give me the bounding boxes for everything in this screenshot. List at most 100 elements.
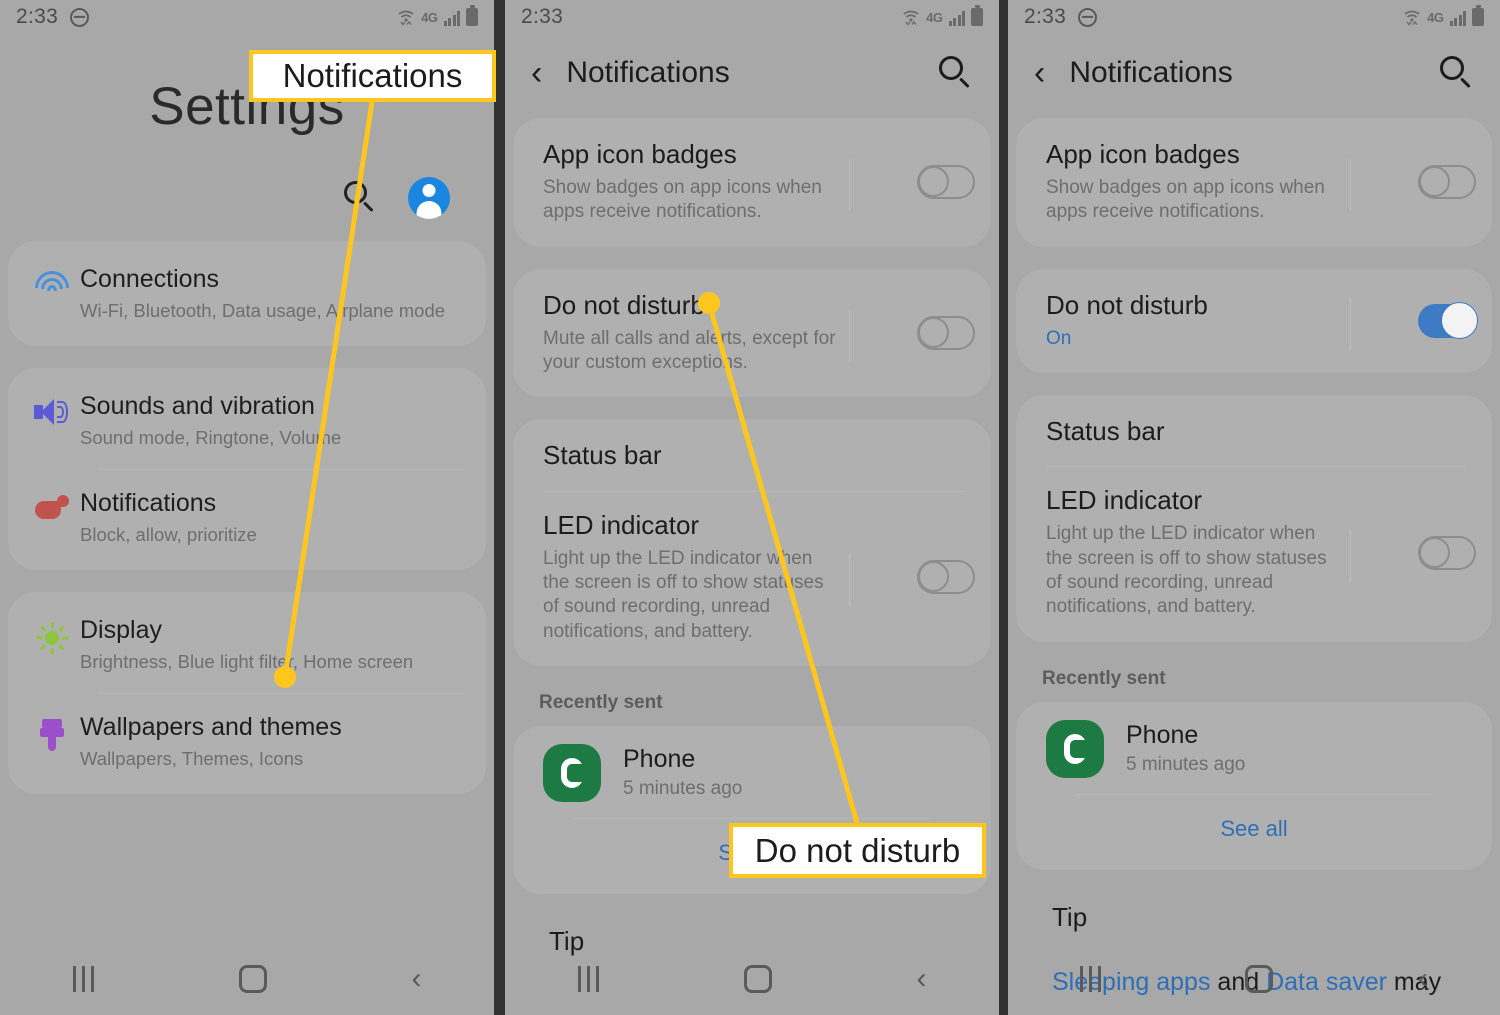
settings-item-subtitle: Sound mode, Ringtone, Volume (80, 426, 342, 448)
settings-item-title: Notifications (80, 488, 217, 517)
recent-apps-icon[interactable] (1080, 966, 1102, 992)
sidebar-item-notifications[interactable]: Notifications Block, allow, prioritize (8, 468, 486, 566)
see-all-link[interactable]: See all (1220, 816, 1287, 841)
sound-icon (24, 392, 80, 426)
screenshot-stage: 2:33 4G Settings Connections Wi-Fi, Blue… (0, 0, 1500, 1015)
app-name: Phone (1126, 721, 1199, 750)
setting-title: Do not disturb (543, 289, 705, 320)
back-icon[interactable]: ‹ (917, 964, 927, 994)
do-not-disturb-icon (70, 7, 90, 27)
lte-icon: 4G (1427, 10, 1444, 25)
toggle-app-icon-badges[interactable] (917, 165, 975, 200)
setting-status-value: On (1046, 327, 1072, 349)
settings-item-subtitle: Wi-Fi, Bluetooth, Data usage, Airplane m… (80, 299, 446, 321)
app-bar: ‹ Notifications (505, 34, 999, 96)
status-bar-clock: 2:33 (16, 5, 59, 28)
setting-subtitle: Mute all calls and alerts, except for yo… (543, 327, 836, 374)
section-label-recently-sent: Recently sent (1042, 667, 1166, 689)
setting-row-do-not-disturb[interactable]: Do not disturb Mute all calls and alerts… (513, 271, 991, 396)
toggle-do-not-disturb[interactable] (917, 316, 975, 351)
phone-app-icon (543, 743, 601, 802)
toggle-led-indicator[interactable] (1418, 535, 1476, 570)
sidebar-item-display[interactable]: Display Brightness, Blue light filter, H… (8, 596, 486, 693)
list-item[interactable]: Phone 5 minutes ago (1016, 704, 1492, 794)
setting-row-led-indicator[interactable]: LED indicator Light up the LED indicator… (513, 490, 991, 664)
settings-group-display: Display Brightness, Blue light filter, H… (8, 591, 486, 794)
wifi-icon (1403, 8, 1421, 26)
do-not-disturb-icon (1078, 7, 1098, 27)
toggle-app-icon-badges[interactable] (1418, 165, 1476, 200)
setting-row-status-bar[interactable]: Status bar (1016, 397, 1492, 466)
page-title: Notifications (566, 56, 730, 89)
toggle-do-not-disturb[interactable] (1418, 301, 1478, 339)
card-app-icon-badges: App icon badges Show badges on app icons… (513, 118, 991, 247)
sidebar-item-connections[interactable]: Connections Wi-Fi, Bluetooth, Data usage… (8, 245, 486, 342)
setting-title: Status bar (543, 440, 662, 471)
setting-row-do-not-disturb[interactable]: Do not disturb On (1016, 271, 1492, 371)
setting-row-app-icon-badges[interactable]: App icon badges Show badges on app icons… (513, 120, 991, 245)
app-name: Phone (623, 745, 696, 774)
back-chevron-icon[interactable]: ‹ (531, 56, 542, 90)
card-recently-sent: Phone 5 minutes ago See all (1016, 701, 1492, 870)
card-status-bar-led: Status bar LED indicator Light up the LE… (1016, 395, 1492, 642)
home-icon[interactable] (1245, 965, 1274, 993)
status-bar-icons: 4G (397, 5, 478, 26)
account-avatar-icon[interactable] (408, 177, 450, 219)
setting-subtitle: Light up the LED indicator when the scre… (543, 547, 824, 642)
back-icon[interactable]: ‹ (412, 964, 422, 994)
card-do-not-disturb: Do not disturb Mute all calls and alerts… (513, 268, 991, 398)
setting-title: App icon badges (543, 139, 737, 169)
see-all-row: See all (1016, 793, 1492, 868)
list-item[interactable]: Phone 5 minutes ago (513, 728, 991, 818)
callout-dnd: Do not disturb (729, 823, 986, 878)
search-icon[interactable] (939, 56, 973, 90)
recent-apps-icon[interactable] (577, 966, 599, 992)
setting-title: App icon badges (1046, 139, 1240, 169)
status-bar: 2:33 4G (505, 0, 999, 34)
app-bar: ‹ Notifications (1008, 34, 1500, 96)
setting-row-led-indicator[interactable]: LED indicator Light up the LED indicator… (1016, 466, 1492, 639)
search-icon[interactable] (1440, 56, 1474, 90)
card-status-bar-led: Status bar LED indicator Light up the LE… (513, 419, 991, 666)
status-bar: 2:33 4G (0, 0, 494, 34)
settings-group-connections: Connections Wi-Fi, Bluetooth, Data usage… (8, 241, 486, 346)
settings-item-title: Sounds and vibration (80, 391, 315, 420)
recent-apps-icon[interactable] (72, 966, 94, 992)
lte-icon: 4G (421, 10, 438, 25)
battery-icon (971, 5, 983, 26)
wallpaper-brush-icon (24, 713, 80, 751)
android-nav-bar: ‹ (505, 943, 999, 1015)
back-chevron-icon[interactable]: ‹ (1034, 56, 1045, 90)
section-label-recently-sent: Recently sent (539, 691, 663, 713)
home-icon[interactable] (743, 965, 772, 993)
brightness-icon (24, 616, 80, 654)
phone-screen-notifications-on: 2:33 4G ‹ Notifications App icon badges … (1008, 0, 1500, 1015)
settings-item-title: Display (80, 615, 162, 644)
settings-group-sound-notifications: Sounds and vibration Sound mode, Rington… (8, 367, 486, 570)
setting-title: Status bar (1046, 416, 1165, 447)
settings-item-title: Connections (80, 265, 219, 293)
status-bar-icons: 4G (1403, 5, 1484, 26)
wifi-icon (24, 265, 80, 297)
setting-row-status-bar[interactable]: Status bar (513, 421, 991, 490)
notifications-icon (24, 489, 80, 521)
wifi-icon (397, 8, 415, 26)
search-icon[interactable] (344, 181, 378, 215)
toggle-led-indicator[interactable] (917, 560, 975, 595)
phone-app-icon (1046, 719, 1104, 778)
home-icon[interactable] (238, 965, 267, 993)
callout-notifications: Notifications (249, 50, 496, 102)
panel-divider (494, 0, 505, 1015)
card-app-icon-badges: App icon badges Show badges on app icons… (1016, 118, 1492, 247)
back-icon[interactable]: ‹ (1418, 964, 1428, 994)
status-bar-clock: 2:33 (1024, 5, 1067, 28)
setting-subtitle: Light up the LED indicator when the scre… (1046, 523, 1327, 618)
setting-row-app-icon-badges[interactable]: App icon badges Show badges on app icons… (1016, 120, 1492, 245)
sidebar-item-wallpapers-and-themes[interactable]: Wallpapers and themes Wallpapers, Themes… (8, 692, 486, 790)
android-nav-bar: ‹ (1008, 943, 1500, 1015)
sidebar-item-sounds-and-vibration[interactable]: Sounds and vibration Sound mode, Rington… (8, 372, 486, 469)
status-bar-clock: 2:33 (521, 5, 564, 28)
signal-icon (948, 10, 965, 26)
lte-icon: 4G (926, 10, 943, 25)
battery-icon (1472, 5, 1484, 26)
